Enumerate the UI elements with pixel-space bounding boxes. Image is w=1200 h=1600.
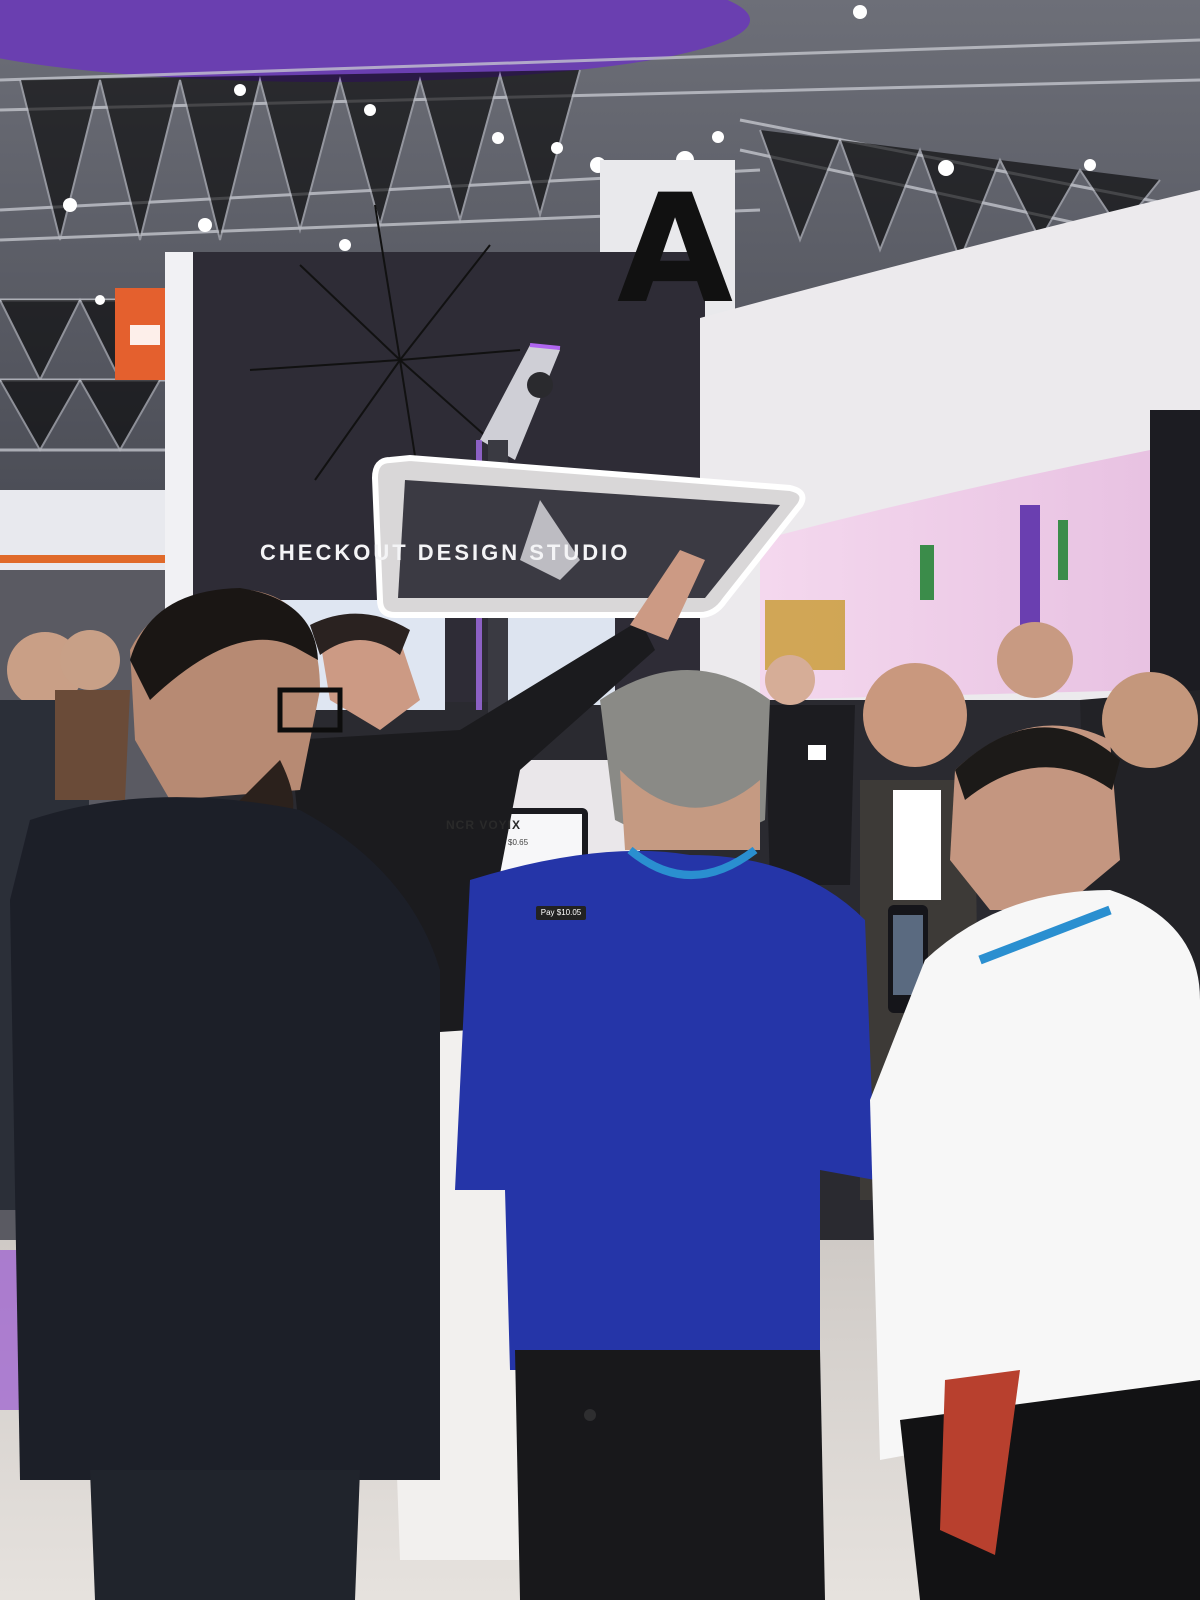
kiosk-brand-logo: NCR VOYIX [446,818,522,832]
screen-dark-edge [1150,410,1200,710]
kiosk-pay-button: Pay $10.05 [536,906,586,920]
scene-illustration [0,0,1200,1600]
kiosk-item-price: $0.65 [508,838,529,847]
booth-sign-text: CHECKOUT DESIGN STUDIO [260,540,631,565]
hall-letter-sign: A [616,163,734,337]
camera-icon [527,372,553,398]
trade-show-photo: A CHECKOUT DESIGN STUDIO NCR VOYIX $0.65… [0,0,1200,1600]
